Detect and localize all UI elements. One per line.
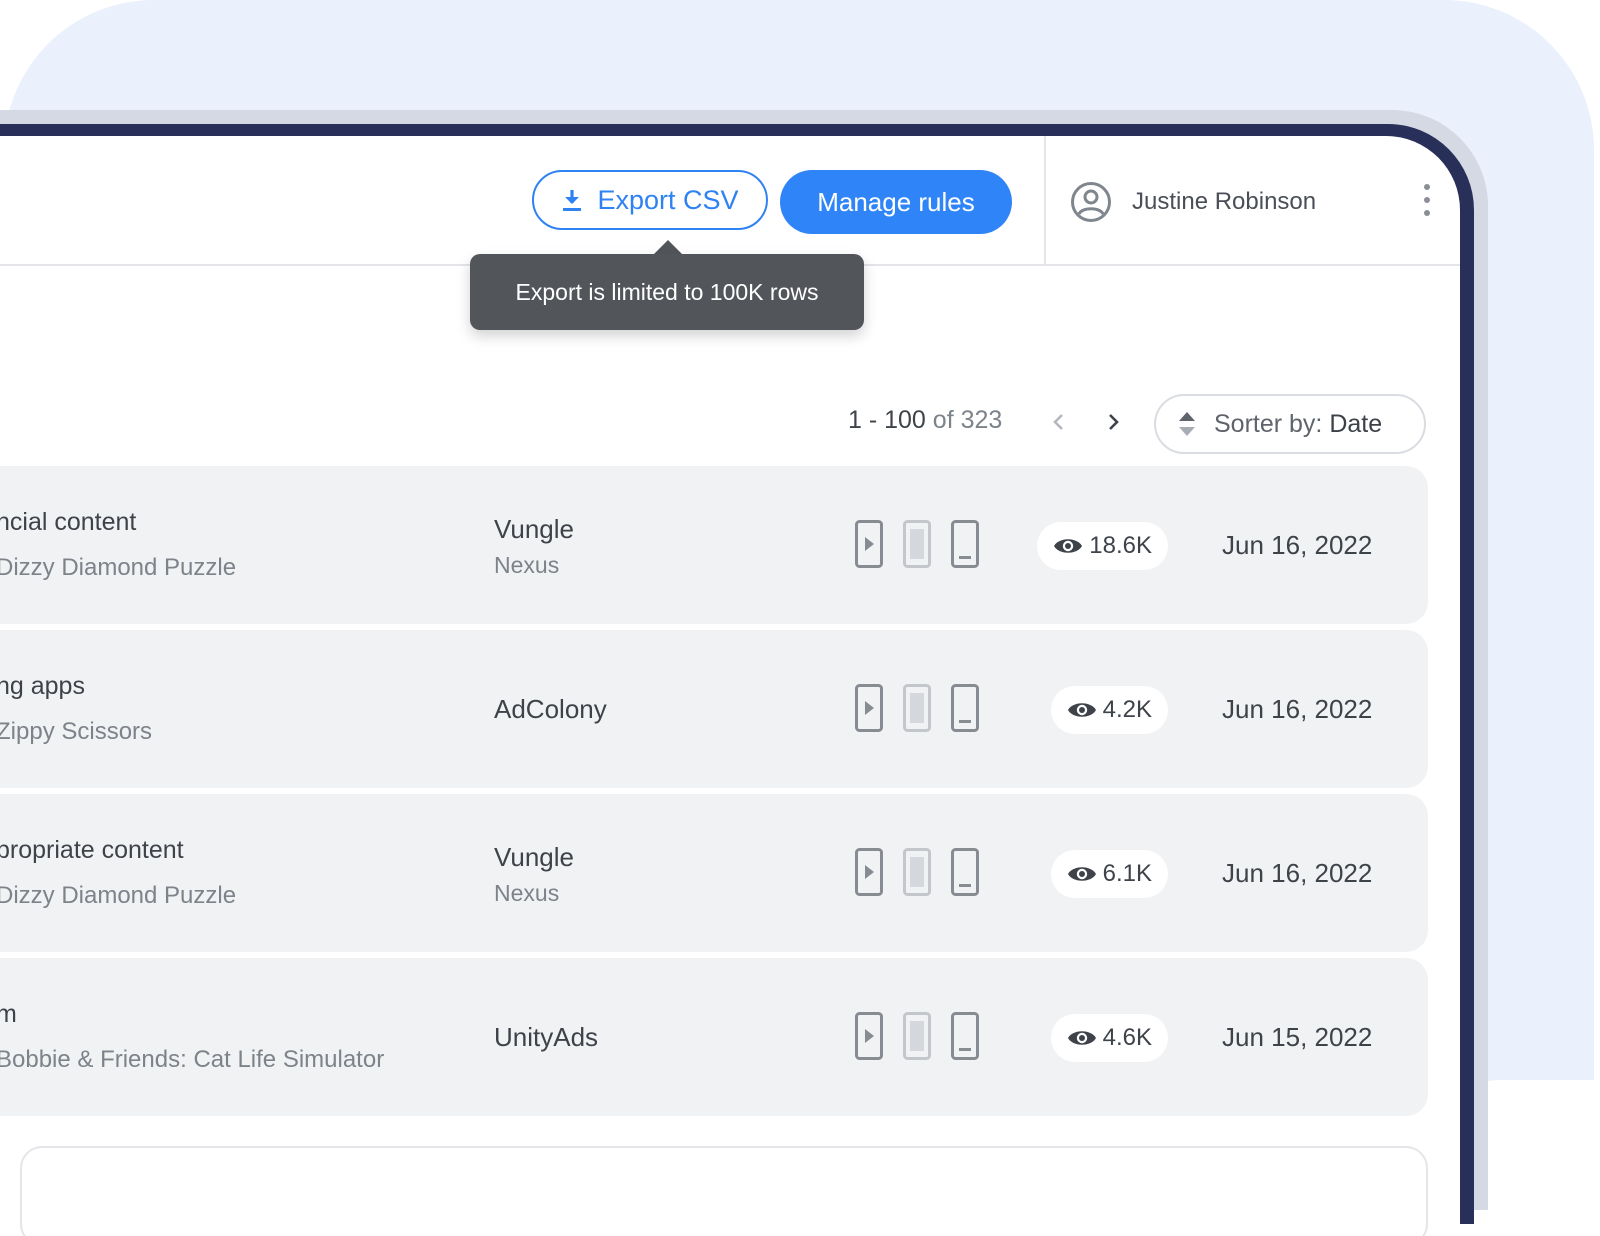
- row-network-sub: Nexus: [494, 880, 560, 906]
- views-badge: 18.6K: [1037, 522, 1168, 570]
- eye-icon: [1067, 867, 1096, 881]
- row-network-sub: Nexus: [494, 552, 560, 578]
- export-limit-tooltip: Export is limited to 100K rows: [470, 254, 864, 330]
- row-title: propriate content: [0, 836, 184, 864]
- table-row[interactable]: [20, 1146, 1428, 1236]
- more-vertical-icon[interactable]: [1420, 184, 1434, 216]
- phone-icon[interactable]: [951, 520, 979, 568]
- row-app: Zippy Scissors: [0, 718, 153, 745]
- row-network: Vungle: [494, 842, 574, 872]
- row-devices: [855, 848, 979, 896]
- views-count: 4.2K: [1102, 696, 1152, 723]
- pagination-range: 1 - 100: [848, 406, 926, 434]
- next-page-button[interactable]: [1102, 410, 1126, 434]
- export-csv-button[interactable]: Export CSV: [532, 170, 768, 230]
- user-circle-icon: [1071, 182, 1111, 222]
- row-devices: [855, 684, 979, 732]
- phone-static-icon[interactable]: [903, 848, 931, 896]
- sort-label: Sorter by: Date: [1214, 409, 1383, 438]
- row-network: AdColony: [494, 694, 607, 724]
- pagination-total: of 323: [932, 406, 1003, 434]
- table-row[interactable]: propriate content Dizzy Diamond Puzzle V…: [0, 794, 1428, 952]
- phone-video-icon[interactable]: [855, 520, 883, 568]
- row-date: Jun 16, 2022: [1222, 858, 1373, 888]
- row-network: Vungle: [494, 514, 574, 544]
- sort-dropdown[interactable]: Sorter by: Date: [1154, 394, 1426, 454]
- row-app: Dizzy Diamond Puzzle: [0, 554, 237, 581]
- row-title: ncial content: [0, 508, 137, 536]
- phone-video-icon[interactable]: [855, 1012, 883, 1060]
- user-name: Justine Robinson: [1132, 188, 1317, 215]
- row-app: Bobbie & Friends: Cat Life Simulator: [0, 1046, 385, 1073]
- phone-icon[interactable]: [951, 848, 979, 896]
- download-icon: [563, 190, 582, 211]
- eye-icon: [1067, 703, 1096, 717]
- manage-rules-label: Manage rules: [817, 186, 975, 217]
- views-count: 6.1K: [1102, 860, 1152, 887]
- row-app: Dizzy Diamond Puzzle: [0, 882, 237, 909]
- phone-static-icon[interactable]: [903, 520, 931, 568]
- phone-icon[interactable]: [951, 1012, 979, 1060]
- manage-rules-button[interactable]: Manage rules: [780, 170, 1012, 234]
- phone-video-icon[interactable]: [855, 684, 883, 732]
- export-csv-label: Export CSV: [597, 184, 739, 215]
- views-badge: 4.6K: [1050, 1014, 1168, 1062]
- app-screen: Export CSV Manage rules Justine Robinson…: [0, 136, 1460, 1236]
- views-badge: 6.1K: [1050, 850, 1168, 898]
- table-row[interactable]: ng apps Zippy Scissors AdColony 4.2K Jun…: [0, 630, 1428, 788]
- views-count: 18.6K: [1089, 532, 1152, 559]
- phone-icon[interactable]: [951, 684, 979, 732]
- eye-icon: [1054, 539, 1083, 553]
- row-date: Jun 15, 2022: [1222, 1022, 1373, 1052]
- row-devices: [855, 1012, 979, 1060]
- chevron-right-icon: [1109, 414, 1119, 430]
- user-menu[interactable]: Justine Robinson: [1070, 180, 1316, 224]
- table-row[interactable]: m Bobbie & Friends: Cat Life Simulator U…: [0, 958, 1428, 1116]
- row-date: Jun 16, 2022: [1222, 530, 1373, 560]
- phone-static-icon[interactable]: [903, 684, 931, 732]
- row-date: Jun 16, 2022: [1222, 694, 1373, 724]
- chevron-left-icon: [1053, 414, 1063, 430]
- row-title: m: [0, 1000, 17, 1028]
- sort-icon: [1179, 412, 1195, 436]
- header-divider: [1044, 136, 1046, 265]
- previous-page-button[interactable]: [1046, 410, 1070, 434]
- row-network: UnityAds: [494, 1022, 599, 1052]
- table-row[interactable]: ncial content Dizzy Diamond Puzzle Vungl…: [0, 466, 1428, 624]
- views-badge: 4.2K: [1050, 686, 1168, 734]
- phone-static-icon[interactable]: [903, 1012, 931, 1060]
- pagination-info: 1 - 100 of 323: [848, 406, 1002, 435]
- phone-video-icon[interactable]: [855, 848, 883, 896]
- row-devices: [855, 520, 979, 568]
- row-title: ng apps: [0, 672, 85, 700]
- tooltip-text: Export is limited to 100K rows: [515, 278, 819, 305]
- eye-icon: [1067, 1031, 1096, 1045]
- views-count: 4.6K: [1102, 1024, 1152, 1051]
- sort-value: Date: [1329, 409, 1383, 438]
